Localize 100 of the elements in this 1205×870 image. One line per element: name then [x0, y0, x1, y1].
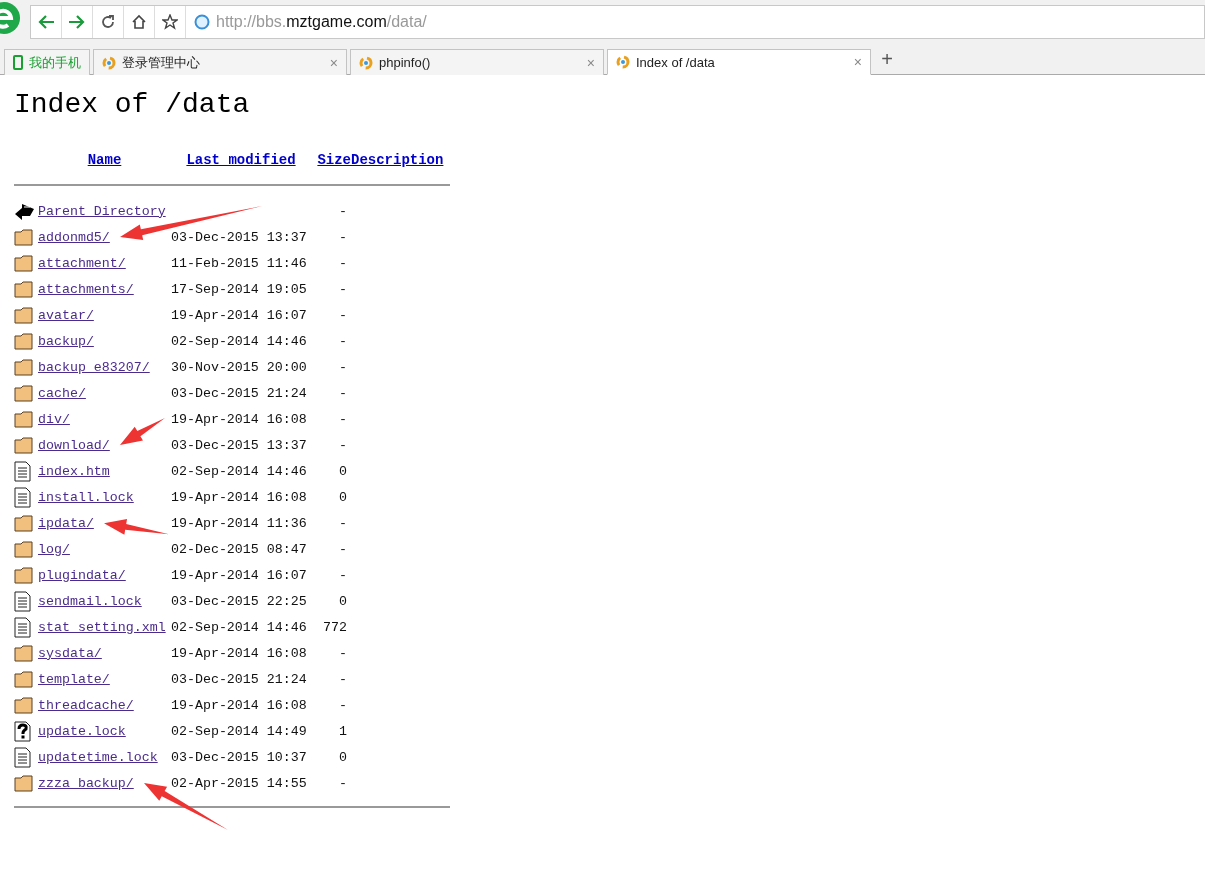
file-link[interactable]: threadcache/	[38, 697, 171, 713]
reload-icon	[100, 14, 116, 30]
folder-icon	[14, 566, 34, 584]
file-link[interactable]: install.lock	[38, 489, 171, 505]
column-header-link[interactable]: Size	[317, 152, 351, 168]
folder-icon	[14, 280, 34, 298]
modified-date: 02-Apr-2015 14:55	[171, 775, 307, 791]
modified-date: 02-Sep-2014 14:49	[171, 723, 307, 739]
file-link[interactable]: index.htm	[38, 463, 171, 479]
file-size: -	[339, 229, 347, 245]
text-file-icon	[14, 616, 31, 638]
file-size: -	[339, 671, 347, 687]
folder-icon	[14, 644, 34, 662]
modified-date: 03-Dec-2015 22:25	[171, 593, 307, 609]
modified-date: 02-Sep-2014 14:46	[171, 463, 307, 479]
right-arrow-icon	[68, 14, 86, 30]
file-size: -	[339, 333, 347, 349]
file-link[interactable]: log/	[38, 541, 171, 557]
modified-date: 19-Apr-2014 16:08	[171, 411, 307, 427]
modified-date: 02-Sep-2014 14:46	[171, 333, 307, 349]
modified-date: 03-Dec-2015 21:24	[171, 671, 307, 687]
file-link[interactable]: sendmail.lock	[38, 593, 171, 609]
file-size: -	[339, 307, 347, 323]
browser-tab[interactable]: phpinfo() ×	[350, 49, 604, 75]
modified-date: 02-Sep-2014 14:46	[171, 619, 307, 635]
file-link[interactable]: div/	[38, 411, 171, 427]
text-file-icon	[14, 746, 31, 768]
close-tab-button[interactable]: ×	[853, 54, 862, 70]
file-size: 0	[339, 489, 347, 505]
text-file-icon	[14, 486, 31, 508]
file-size: 772	[323, 619, 347, 635]
folder-icon	[14, 514, 34, 532]
browser-tab[interactable]: 登录管理中心 ×	[93, 49, 347, 75]
file-size: -	[339, 359, 347, 375]
file-link[interactable]: sysdata/	[38, 645, 171, 661]
file-size: -	[339, 515, 347, 531]
site-favicon-icon	[102, 55, 116, 70]
modified-date: 19-Apr-2014 11:36	[171, 515, 307, 531]
file-link[interactable]: zzza_backup/	[38, 775, 171, 791]
new-tab-button[interactable]: +	[874, 46, 900, 72]
folder-icon	[14, 254, 34, 272]
text-file-icon	[14, 460, 31, 482]
modified-date: 11-Feb-2015 11:46	[171, 255, 307, 271]
file-link[interactable]: template/	[38, 671, 171, 687]
file-link[interactable]: cache/	[38, 385, 171, 401]
star-icon	[162, 14, 178, 30]
file-link[interactable]: stat_setting.xml	[38, 619, 171, 635]
file-link[interactable]: update.lock	[38, 723, 171, 739]
file-link[interactable]: updatetime.lock	[38, 749, 171, 765]
home-icon	[131, 14, 147, 30]
file-size: -	[339, 541, 347, 557]
globe-icon	[194, 14, 210, 30]
file-size: -	[339, 775, 347, 791]
modified-date: 19-Apr-2014 16:08	[171, 645, 307, 661]
file-link[interactable]: ipdata/	[38, 515, 171, 531]
folder-icon	[14, 384, 34, 402]
file-link[interactable]: backup/	[38, 333, 171, 349]
file-link[interactable]: avatar/	[38, 307, 171, 323]
file-size: -	[339, 437, 347, 453]
text-file-icon	[14, 590, 31, 612]
file-link[interactable]: backup_e83207/	[38, 359, 171, 375]
file-size: -	[339, 645, 347, 661]
file-size: 0	[339, 593, 347, 609]
file-size: 1	[339, 723, 347, 739]
modified-date: 03-Dec-2015 21:24	[171, 385, 307, 401]
file-link[interactable]: Parent Directory	[38, 203, 171, 219]
file-link[interactable]: plugindata/	[38, 567, 171, 583]
folder-icon	[14, 670, 34, 688]
folder-icon	[14, 332, 34, 350]
site-favicon-icon	[616, 55, 630, 69]
file-link[interactable]: attachment/	[38, 255, 171, 271]
modified-date: 03-Dec-2015 13:37	[171, 437, 307, 453]
file-size: -	[339, 255, 347, 271]
column-header-link[interactable]: Name	[87, 152, 122, 168]
unknown-file-icon	[14, 720, 31, 742]
browser-tab[interactable]: Index of /data ×	[607, 49, 871, 75]
file-size: 0	[339, 749, 347, 765]
file-link[interactable]: download/	[38, 437, 171, 453]
modified-date: 19-Apr-2014 16:07	[171, 307, 307, 323]
modified-date: 03-Dec-2015 13:37	[171, 229, 307, 245]
modified-date: 19-Apr-2014 16:07	[171, 567, 307, 583]
column-header-link[interactable]: Description	[351, 152, 444, 168]
folder-icon	[14, 306, 34, 324]
back-arrow-icon	[14, 201, 35, 221]
modified-date: 19-Apr-2014 16:08	[171, 697, 307, 713]
file-link[interactable]: attachments/	[38, 281, 171, 297]
column-header-link[interactable]: Last modified	[186, 152, 296, 168]
file-size: -	[339, 411, 347, 427]
folder-icon	[14, 358, 34, 376]
folder-icon	[14, 410, 34, 428]
modified-date: 17-Sep-2014 19:05	[171, 281, 307, 297]
file-link[interactable]: addonmd5/	[38, 229, 171, 245]
left-arrow-icon	[37, 14, 55, 30]
folder-icon	[14, 696, 34, 714]
page-heading: Index of /data	[14, 89, 251, 120]
modified-date: 03-Dec-2015 10:37	[171, 749, 307, 765]
file-size: -	[339, 567, 347, 583]
folder-icon	[14, 774, 34, 792]
url-text[interactable]: http://bbs.mztgame.com/data/	[216, 13, 427, 31]
file-size: -	[339, 697, 347, 713]
